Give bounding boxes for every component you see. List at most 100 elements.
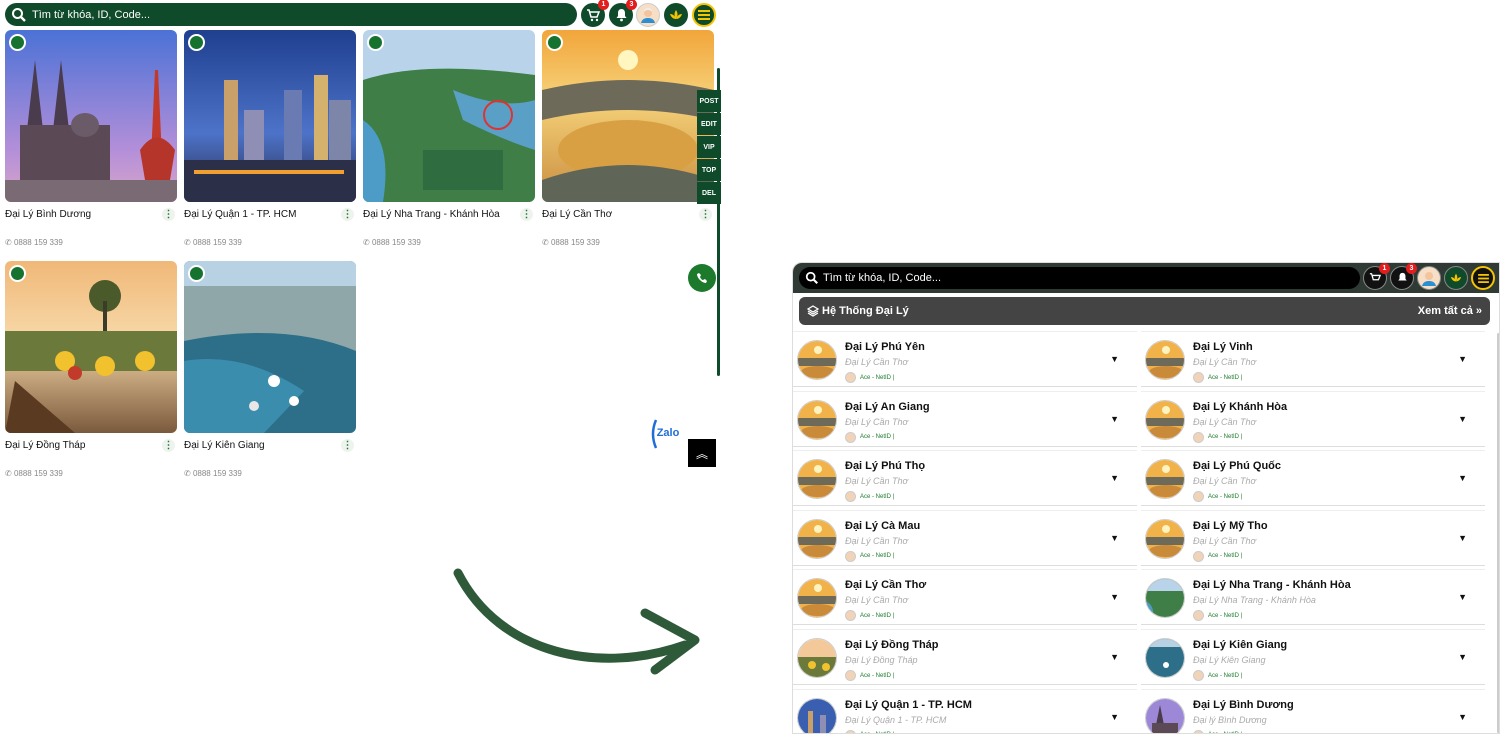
agency-avatar[interactable] bbox=[1145, 638, 1185, 678]
notification-button[interactable]: 3 bbox=[609, 0, 637, 27]
cart-button[interactable]: 1 bbox=[1363, 263, 1390, 290]
more-options-icon[interactable]: ⋮ bbox=[162, 208, 175, 221]
caret-down-icon[interactable]: ▼ bbox=[1110, 533, 1119, 543]
agency-avatar[interactable] bbox=[1145, 340, 1185, 380]
agency-title[interactable]: Đại Lý Phú Thọ bbox=[845, 460, 925, 472]
agency-avatar[interactable] bbox=[1145, 578, 1185, 619]
agency-list-item[interactable]: Đại Lý Nha Trang - Khánh Hòa Đại Lý Nha T… bbox=[1141, 569, 1485, 626]
card-title[interactable]: Đại Lý Cần Thơ bbox=[542, 209, 612, 220]
agency-avatar[interactable] bbox=[797, 518, 837, 559]
agency-title[interactable]: Đại Lý Quận 1 - TP. HCM bbox=[845, 699, 972, 711]
card-title[interactable]: Đại Lý Quận 1 - TP. HCM bbox=[184, 209, 296, 220]
card-title[interactable]: Đại Lý Bình Dương bbox=[5, 209, 91, 220]
agency-avatar[interactable] bbox=[797, 459, 837, 500]
edit-button[interactable]: EDIT bbox=[697, 113, 721, 135]
agency-owner[interactable]: Ace - NetID | bbox=[1193, 729, 1242, 733]
agency-owner[interactable]: Ace - NetID | bbox=[1193, 431, 1242, 443]
caret-down-icon[interactable]: ▼ bbox=[1458, 592, 1467, 602]
agency-list-item[interactable]: Đại Lý Phú Thọ Đại Lý Cần Thơ Ace - NetID … bbox=[793, 450, 1137, 507]
agency-owner[interactable]: Ace - NetID | bbox=[845, 670, 894, 681]
agency-title[interactable]: Đại Lý Phú Quốc bbox=[1193, 460, 1281, 472]
agency-title[interactable]: Đại Lý Kiên Giang bbox=[1193, 639, 1287, 651]
lotus-button[interactable] bbox=[664, 3, 688, 27]
agency-list-item[interactable]: Đại Lý Phú Yên Đại Lý Cần Thơ Ace - NetID … bbox=[793, 331, 1137, 387]
caret-down-icon[interactable]: ▼ bbox=[1458, 354, 1467, 364]
agency-title[interactable]: Đại Lý An Giang bbox=[845, 401, 930, 413]
agency-list-item[interactable]: Đại Lý Bình Dương Đại lý Bình Dương Ace - … bbox=[1141, 688, 1485, 733]
agency-owner[interactable]: Ace - NetID | bbox=[845, 610, 894, 622]
view-all-link[interactable]: Xem tất cả » bbox=[1418, 305, 1482, 317]
more-options-icon[interactable]: ⋮ bbox=[341, 439, 354, 452]
more-options-icon[interactable]: ⋮ bbox=[341, 208, 354, 221]
zalo-button[interactable]: Zalo bbox=[648, 416, 682, 450]
agency-list-item[interactable]: Đại Lý Quận 1 - TP. HCM Đại Lý Quận 1 - T… bbox=[793, 688, 1137, 733]
avatar[interactable] bbox=[636, 3, 660, 27]
agency-title[interactable]: Đại Lý Nha Trang - Khánh Hòa bbox=[1193, 579, 1351, 591]
agency-title[interactable]: Đại Lý Cà Mau bbox=[845, 520, 920, 532]
agency-avatar[interactable] bbox=[797, 578, 837, 619]
agency-list-item[interactable]: Đại Lý Vinh Đại Lý Cần Thơ Ace - NetID | ▼ bbox=[1141, 331, 1485, 387]
cart-button[interactable]: 1 bbox=[581, 0, 609, 27]
agency-title[interactable]: Đại Lý Đồng Tháp bbox=[845, 639, 939, 651]
agency-list-item[interactable]: Đại Lý Kiên Giang Đại Lý Kiên Giang Ace - … bbox=[1141, 629, 1485, 685]
agency-list-item[interactable]: Đại Lý An Giang Đại Lý Cần Thơ Ace - NetID… bbox=[793, 390, 1137, 447]
agency-owner[interactable]: Ace - NetID | bbox=[1193, 670, 1242, 681]
agency-title[interactable]: Đại Lý Cần Thơ bbox=[845, 579, 926, 591]
caret-down-icon[interactable]: ▼ bbox=[1458, 712, 1467, 722]
agency-owner[interactable]: Ace - NetID | bbox=[845, 729, 894, 733]
more-options-icon[interactable]: ⋮ bbox=[520, 208, 533, 221]
caret-down-icon[interactable]: ▼ bbox=[1110, 414, 1119, 424]
agency-card[interactable]: Đại Lý Đồng Tháp ⋮ ✆ 0888 159 339 bbox=[5, 261, 177, 478]
agency-list-item[interactable]: Đại Lý Đồng Tháp Đại Lý Đồng Tháp Ace - Ne… bbox=[793, 629, 1137, 685]
caret-down-icon[interactable]: ▼ bbox=[1458, 473, 1467, 483]
agency-owner[interactable]: Ace - NetID | bbox=[845, 550, 894, 562]
agency-owner[interactable]: Ace - NetID | bbox=[1193, 491, 1242, 503]
agency-avatar[interactable] bbox=[797, 697, 837, 733]
card-title[interactable]: Đại Lý Kiên Giang bbox=[184, 440, 265, 451]
agency-avatar[interactable] bbox=[1145, 399, 1185, 440]
agency-avatar[interactable] bbox=[797, 399, 837, 440]
agency-title[interactable]: Đại Lý Bình Dương bbox=[1193, 699, 1294, 711]
agency-owner[interactable]: Ace - NetID | bbox=[845, 491, 894, 503]
agency-title[interactable]: Đại Lý Khánh Hòa bbox=[1193, 401, 1287, 413]
agency-list-item[interactable]: Đại Lý Cà Mau Đại Lý Cần Thơ Ace - NetID |… bbox=[793, 509, 1137, 566]
agency-avatar[interactable] bbox=[797, 340, 837, 380]
caret-down-icon[interactable]: ▼ bbox=[1458, 414, 1467, 424]
search-bar[interactable]: Tìm từ khóa, ID, Code... bbox=[5, 3, 577, 26]
agency-card[interactable]: Đại Lý Bình Dương ⋮ ✆ 0888 159 339 bbox=[5, 30, 177, 247]
card-image-binh-duong[interactable] bbox=[5, 30, 177, 202]
caret-down-icon[interactable]: ▼ bbox=[1110, 712, 1119, 722]
agency-card[interactable]: Đại Lý Cần Thơ ⋮ ✆ 0888 159 339 bbox=[542, 30, 714, 247]
agency-list-item[interactable]: Đại Lý Phú Quốc Đại Lý Cần Thơ Ace - NetID… bbox=[1141, 450, 1485, 507]
caret-down-icon[interactable]: ▼ bbox=[1110, 592, 1119, 602]
agency-owner[interactable]: Ace - NetID | bbox=[845, 431, 894, 443]
agency-owner[interactable]: Ace - NetID | bbox=[1193, 610, 1242, 622]
menu-button[interactable] bbox=[692, 3, 716, 27]
vip-button[interactable]: VIP bbox=[697, 136, 721, 158]
agency-title[interactable]: Đại Lý Phú Yên bbox=[845, 341, 925, 353]
agency-card[interactable]: Đại Lý Quận 1 - TP. HCM ⋮ ✆ 0888 159 339 bbox=[184, 30, 356, 247]
caret-down-icon[interactable]: ▼ bbox=[1110, 354, 1119, 364]
card-image-nha-trang[interactable] bbox=[363, 30, 535, 202]
more-options-icon[interactable]: ⋮ bbox=[162, 439, 175, 452]
agency-card[interactable]: Đại Lý Kiên Giang ⋮ ✆ 0888 159 339 bbox=[184, 261, 356, 478]
lotus-button[interactable] bbox=[1444, 266, 1468, 290]
agency-title[interactable]: Đại Lý Vinh bbox=[1193, 341, 1253, 353]
agency-avatar[interactable] bbox=[1145, 697, 1185, 733]
card-image-dong-thap[interactable] bbox=[5, 261, 177, 433]
card-image-quan-1[interactable] bbox=[184, 30, 356, 202]
card-title[interactable]: Đại Lý Nha Trang - Khánh Hòa bbox=[363, 209, 500, 220]
agency-avatar[interactable] bbox=[1145, 459, 1185, 500]
notification-button[interactable]: 3 bbox=[1390, 263, 1417, 290]
caret-down-icon[interactable]: ▼ bbox=[1458, 652, 1467, 662]
menu-button[interactable] bbox=[1471, 266, 1495, 290]
agency-avatar[interactable] bbox=[797, 638, 837, 678]
agency-owner[interactable]: Ace - NetID | bbox=[1193, 372, 1242, 383]
call-button[interactable] bbox=[688, 264, 716, 292]
avatar[interactable] bbox=[1417, 266, 1441, 290]
caret-down-icon[interactable]: ▼ bbox=[1110, 652, 1119, 662]
agency-card[interactable]: Đại Lý Nha Trang - Khánh Hòa ⋮ ✆ 0888 15… bbox=[363, 30, 535, 247]
agency-owner[interactable]: Ace - NetID | bbox=[1193, 550, 1242, 562]
agency-title[interactable]: Đại Lý Mỹ Tho bbox=[1193, 520, 1268, 532]
delete-button[interactable]: DEL bbox=[697, 182, 721, 204]
